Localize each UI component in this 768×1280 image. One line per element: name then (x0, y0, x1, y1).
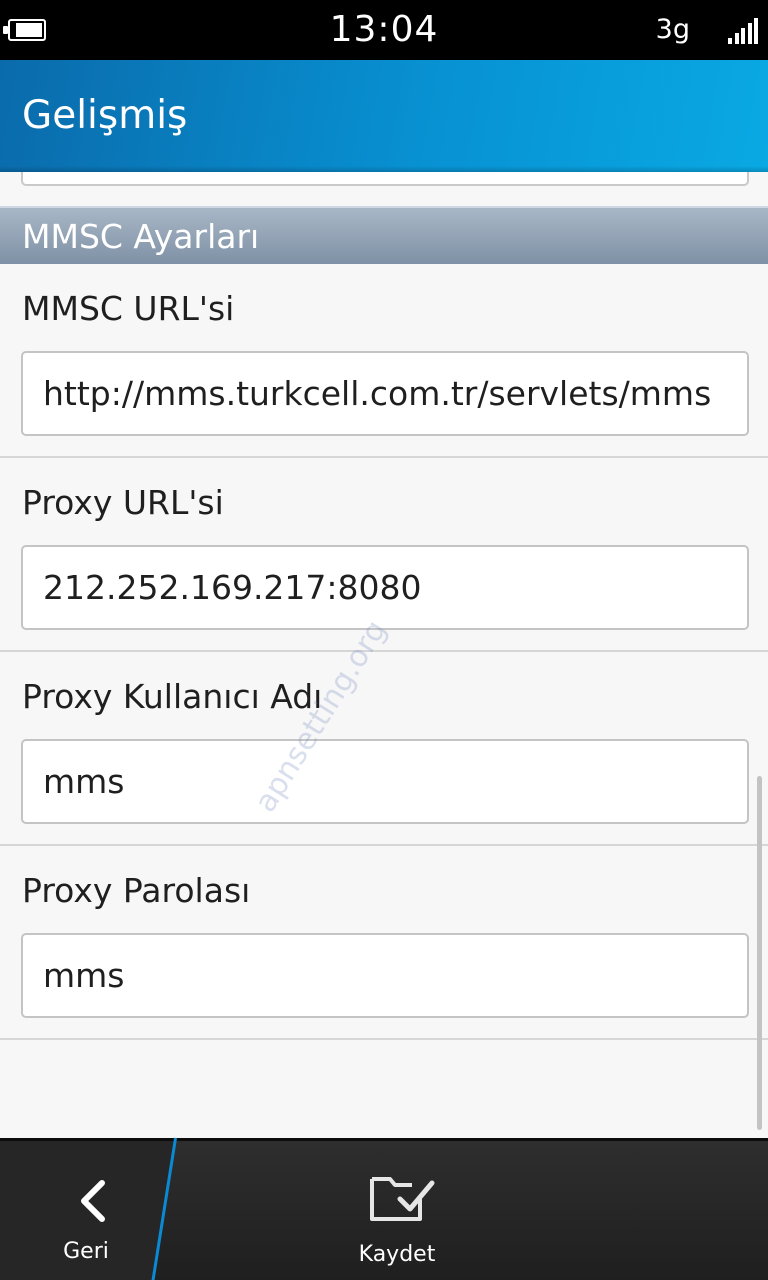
status-bar: 13:04 3g (0, 0, 768, 60)
signal-bar (747, 23, 752, 44)
setting-row-mmsc-url: MMSC URL'si (0, 264, 768, 458)
back-button[interactable]: Geri (0, 1141, 176, 1280)
back-label: Geri (63, 1239, 109, 1264)
section-header: MMSC Ayarları (0, 206, 768, 264)
field-label-proxy-username: Proxy Kullanıcı Adı (22, 677, 323, 716)
chevron-left-icon (81, 1180, 105, 1222)
action-bar: Geri Kaydet (0, 1137, 768, 1280)
signal-bar (741, 28, 745, 44)
signal-bar (728, 38, 732, 44)
proxy-password-input[interactable] (21, 933, 749, 1018)
signal-bar (734, 33, 739, 44)
field-label-proxy-password: Proxy Parolası (22, 871, 251, 910)
setting-row-proxy-username: Proxy Kullanıcı Adı (0, 652, 768, 846)
page-title: Gelişmiş (22, 93, 188, 138)
scrollbar[interactable] (757, 776, 762, 1130)
previous-field-input[interactable] (21, 172, 749, 186)
network-type: 3g (655, 14, 690, 45)
mmsc-url-input[interactable] (21, 351, 749, 436)
folder-check-icon (370, 1177, 435, 1221)
save-label: Kaydet (358, 1242, 436, 1267)
save-button[interactable]: Kaydet (300, 1141, 494, 1280)
field-label-proxy-url: Proxy URL'si (22, 483, 224, 522)
setting-row-proxy-password: Proxy Parolası (0, 846, 768, 1040)
title-bar: Gelişmiş (0, 60, 768, 172)
proxy-url-input[interactable] (21, 545, 749, 630)
proxy-username-input[interactable] (21, 739, 749, 824)
section-title: MMSC Ayarları (22, 217, 260, 256)
field-label-mmsc-url: MMSC URL'si (22, 289, 235, 328)
setting-row-proxy-url: Proxy URL'si (0, 458, 768, 652)
signal-bar (754, 18, 758, 44)
clock: 13:04 (329, 9, 439, 50)
signal-bars-icon (728, 18, 760, 44)
settings-list[interactable]: MMSC Ayarları MMSC URL'si Proxy URL'si P… (0, 172, 768, 1138)
